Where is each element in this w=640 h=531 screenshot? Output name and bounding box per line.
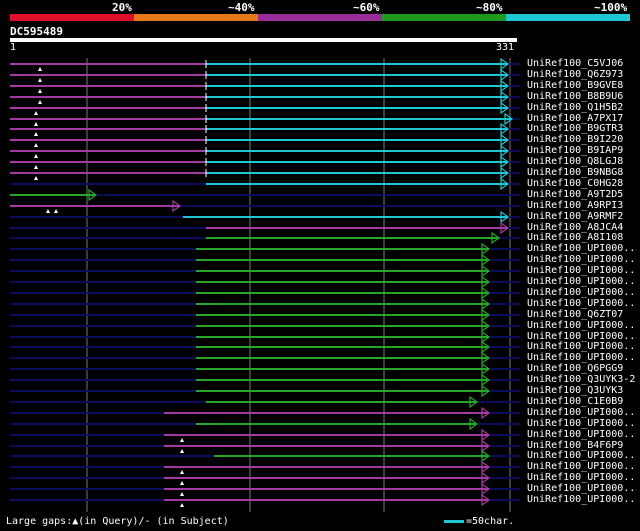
footer-scale-legend: =50char. [444, 516, 514, 527]
hit-label-24[interactable]: UniRef100_UPI000.. [527, 320, 635, 331]
hit-label-7[interactable]: UniRef100_B9I220 [527, 134, 623, 145]
query-gap-marker [34, 176, 38, 180]
query-gap-marker [34, 143, 38, 147]
query-gap-marker [38, 78, 42, 82]
hit-label-10[interactable]: UniRef100_B9NBG8 [527, 167, 623, 178]
query-gap-marker [38, 67, 42, 71]
hit-label-11[interactable]: UniRef100_C0HG28 [527, 178, 623, 189]
hit-label-32[interactable]: UniRef100_UPI000.. [527, 407, 635, 418]
hit-label-9[interactable]: UniRef100_Q8LGJ8 [527, 156, 623, 167]
scale-text: =50char. [466, 516, 515, 527]
hit-label-4[interactable]: UniRef100_Q1H5B2 [527, 102, 623, 113]
scale-bar [444, 519, 464, 523]
hit-label-3[interactable]: UniRef100_B8B9U6 [527, 91, 623, 102]
hit-label-26[interactable]: UniRef100_UPI000.. [527, 341, 635, 352]
query-gap-marker [46, 209, 50, 213]
query-gap-marker [34, 132, 38, 136]
query-gap-marker [180, 492, 184, 496]
query-gap-marker [180, 470, 184, 474]
hit-label-37[interactable]: UniRef100_UPI000.. [527, 461, 635, 472]
query-gap-marker [34, 122, 38, 126]
hit-label-12[interactable]: UniRef100_A9T2D5 [527, 189, 623, 200]
query-gap-marker [180, 449, 184, 453]
hit-label-39[interactable]: UniRef100_UPI000.. [527, 483, 635, 494]
query-gap-marker [38, 100, 42, 104]
hit-label-0[interactable]: UniRef100_C5VJ06 [527, 58, 623, 69]
hit-label-6[interactable]: UniRef100_B9GTR3 [527, 123, 623, 134]
hit-label-21[interactable]: UniRef100_UPI000.. [527, 287, 635, 298]
hit-label-23[interactable]: UniRef100_Q6ZT07 [527, 309, 623, 320]
query-gap-marker [54, 209, 58, 213]
hit-label-29[interactable]: UniRef100_Q3UYK3-2 [527, 374, 635, 385]
hit-label-19[interactable]: UniRef100_UPI000.. [527, 265, 635, 276]
query-gap-marker [34, 165, 38, 169]
hit-label-34[interactable]: UniRef100_UPI000.. [527, 429, 635, 440]
query-gap-marker [38, 89, 42, 93]
query-gap-marker [180, 438, 184, 442]
hit-label-2[interactable]: UniRef100_B9GVE8 [527, 80, 623, 91]
hit-label-8[interactable]: UniRef100_B9IAP9 [527, 145, 623, 156]
footer-gaps-legend: Large gaps:▲(in Query)/- (in Subject) [6, 516, 229, 527]
hit-label-22[interactable]: UniRef100_UPI000.. [527, 298, 635, 309]
hit-label-16[interactable]: UniRef100_A8I108 [527, 232, 623, 243]
hit-label-17[interactable]: UniRef100_UPI000.. [527, 243, 635, 254]
hit-label-30[interactable]: UniRef100_Q3UYK3 [527, 385, 623, 396]
query-gap-marker [34, 154, 38, 158]
hit-label-20[interactable]: UniRef100_UPI000.. [527, 276, 635, 287]
hit-label-27[interactable]: UniRef100_UPI000.. [527, 352, 635, 363]
hit-label-31[interactable]: UniRef100_C1E0B9 [527, 396, 623, 407]
query-gap-marker [180, 503, 184, 507]
hit-label-38[interactable]: UniRef100_UPI000.. [527, 472, 635, 483]
hit-label-36[interactable]: UniRef100_UPI000.. [527, 450, 635, 461]
query-gap-marker [180, 481, 184, 485]
hit-label-18[interactable]: UniRef100_UPI000.. [527, 254, 635, 265]
hit-label-40[interactable]: UniRef100_UPI000.. [527, 494, 635, 505]
query-gap-marker [34, 111, 38, 115]
hit-label-13[interactable]: UniRef100_A9RPI3 [527, 200, 623, 211]
hit-label-14[interactable]: UniRef100_A9RMF2 [527, 211, 623, 222]
hit-label-1[interactable]: UniRef100_Q6Z973 [527, 69, 623, 80]
hit-label-33[interactable]: UniRef100_UPI000.. [527, 418, 635, 429]
hit-label-28[interactable]: UniRef100_Q6PGG9 [527, 363, 623, 374]
